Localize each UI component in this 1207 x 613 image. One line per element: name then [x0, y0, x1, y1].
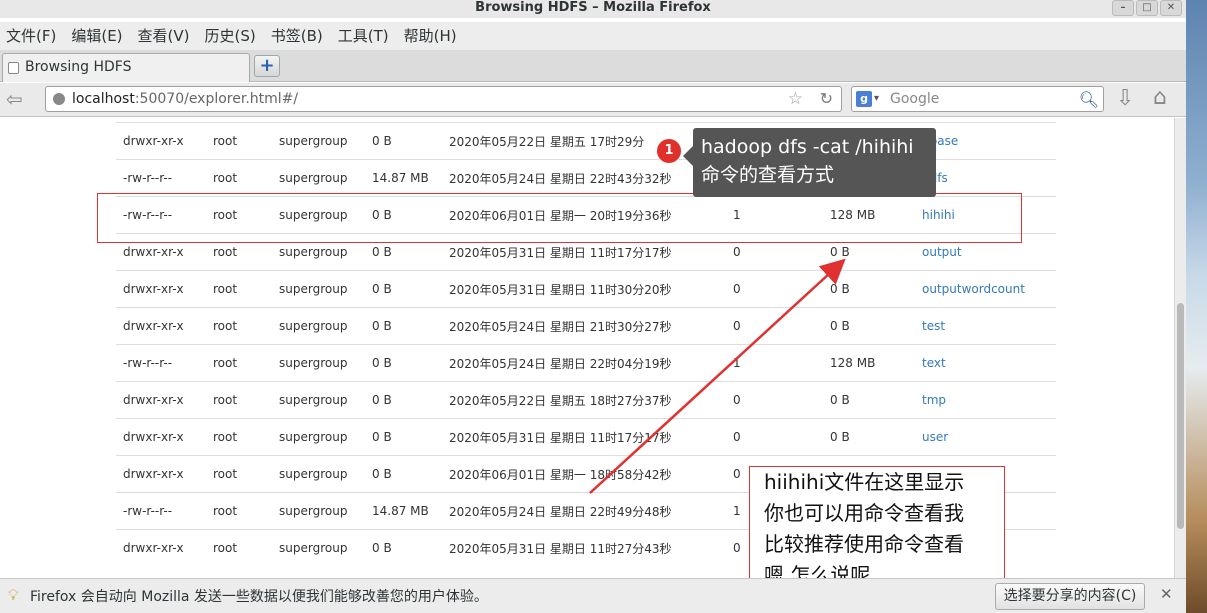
menu-bar: 文件(F) 编辑(E) 查看(V) 历史(S) 书签(B) 工具(T) 帮助(H… — [0, 22, 1186, 50]
menu-bookmarks[interactable]: 书签(B) — [271, 22, 323, 50]
desktop-background — [1186, 0, 1207, 613]
url-path: :50070/explorer.html#/ — [134, 91, 299, 107]
menu-tools[interactable]: 工具(T) — [338, 22, 389, 50]
home-icon[interactable]: ⌂ — [1153, 85, 1167, 110]
menu-edit[interactable]: 编辑(E) — [71, 22, 122, 50]
tooltip-line-2: 命令的查看方式 — [701, 164, 835, 186]
scrollbar-thumb[interactable] — [1177, 303, 1184, 529]
bookmark-star-icon[interactable]: ☆ — [788, 87, 803, 111]
navigation-bar: ⇦ localhost:50070/explorer.html#/ ☆ ↻ g … — [0, 83, 1186, 117]
note-line: 你也可以用命令查看我 — [764, 501, 964, 525]
tooltip-line-1: hadoop dfs -cat /hihihi — [701, 136, 914, 158]
lightbulb-icon: 💡︎ — [8, 586, 19, 604]
command-tooltip: hadoop dfs -cat /hihihi 命令的查看方式 — [693, 128, 936, 197]
choose-share-button[interactable]: 选择要分享的内容(C) — [995, 583, 1145, 610]
maximize-button[interactable]: □ — [1136, 0, 1158, 16]
search-placeholder: Google — [890, 91, 940, 107]
tab-bar: Browsing HDFS + — [0, 50, 1186, 82]
step-badge: 1 — [656, 138, 682, 164]
notification-bar: 💡︎ Firefox 会自动向 Mozilla 发送一些数据以便我们能够改善您的… — [0, 578, 1186, 613]
google-icon[interactable]: g — [856, 91, 872, 107]
page-content: drwxr-xr-x root supergroup 0 B 2020年05月22日 星… — [0, 118, 1174, 578]
new-tab-button[interactable]: + — [254, 55, 280, 77]
back-arrow-icon[interactable]: ⇦ — [6, 88, 32, 112]
title-bar: Browsing HDFS – Mozilla Firefox – □ ✕ — [0, 0, 1186, 18]
engine-dropdown-icon[interactable]: ▾ — [874, 87, 879, 111]
url-bar[interactable]: localhost:50070/explorer.html#/ ☆ ↻ — [45, 86, 842, 112]
url-host: localhost — [72, 91, 135, 107]
note-line: 嗯 怎么说呢 ............... — [764, 563, 973, 578]
menu-help[interactable]: 帮助(H) — [404, 22, 457, 50]
page-icon — [8, 62, 19, 74]
window-controls: – □ ✕ — [1112, 0, 1182, 16]
tab-label: Browsing HDFS — [25, 59, 132, 75]
menu-file[interactable]: 文件(F) — [6, 22, 56, 50]
notification-text: Firefox 会自动向 Mozilla 发送一些数据以便我们能够改善您的用户体… — [30, 589, 488, 605]
globe-icon — [53, 93, 65, 105]
tab-browsing-hdfs[interactable]: Browsing HDFS — [2, 53, 250, 82]
menu-history[interactable]: 历史(S) — [205, 22, 256, 50]
menu-view[interactable]: 查看(V) — [138, 22, 190, 50]
window-title: Browsing HDFS – Mozilla Firefox — [475, 0, 711, 15]
close-icon[interactable]: ✕ — [1160, 585, 1173, 603]
search-bar[interactable]: g ▾ Google 🔍︎ — [851, 86, 1104, 112]
annotation-note: hiihihi文件在这里显示 你也可以用命令查看我 比较推荐使用命令查看 嗯 怎… — [749, 466, 1005, 578]
tooltip-pointer — [683, 146, 693, 166]
download-icon[interactable]: ⇩ — [1116, 86, 1134, 111]
close-window-button[interactable]: ✕ — [1160, 0, 1182, 16]
note-line: hiihihi文件在这里显示 — [764, 470, 965, 494]
minimize-button[interactable]: – — [1112, 0, 1134, 16]
reload-icon[interactable]: ↻ — [820, 87, 833, 111]
note-line: 比较推荐使用命令查看 — [764, 532, 964, 556]
firefox-window: Browsing HDFS – Mozilla Firefox – □ ✕ 文件… — [0, 0, 1186, 613]
search-icon[interactable]: 🔍︎ — [1079, 88, 1099, 112]
vertical-scrollbar[interactable] — [1174, 118, 1186, 578]
